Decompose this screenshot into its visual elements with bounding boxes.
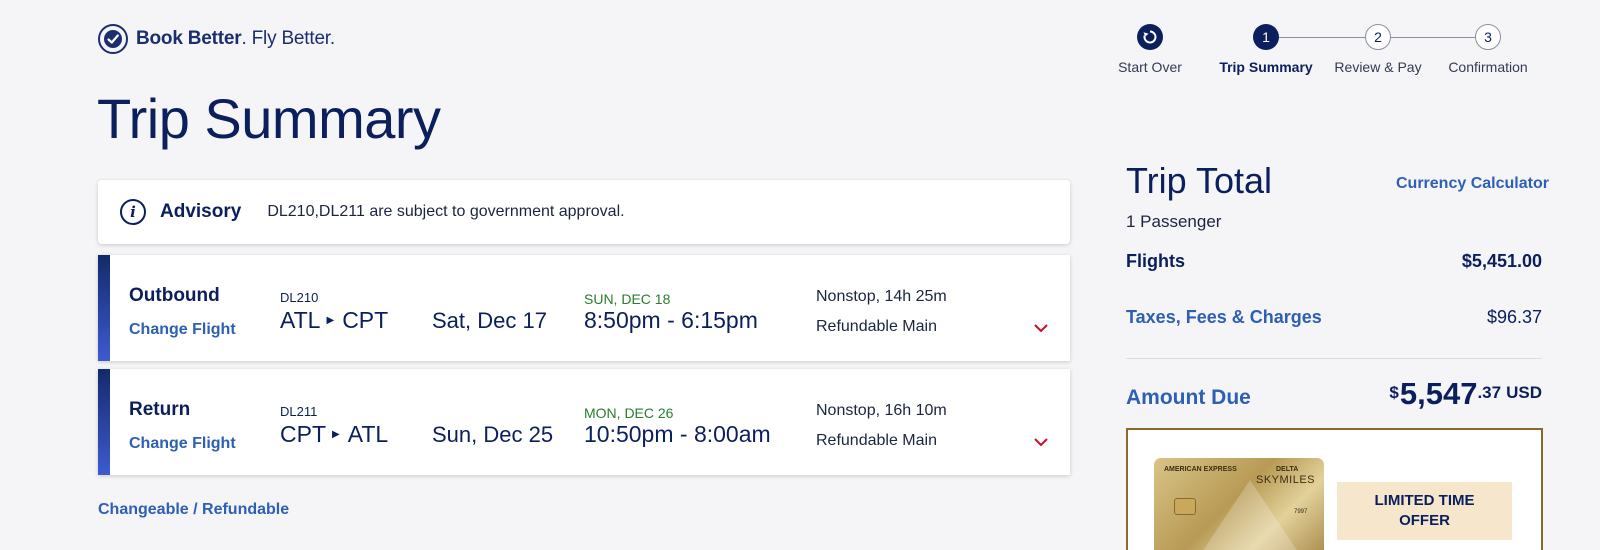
advisory-banner: i Advisory DL210,DL211 are subject to go…: [98, 180, 1070, 244]
step-label: Trip Summary: [1219, 59, 1313, 75]
advisory-text: DL210,DL211 are subject to government ap…: [267, 203, 625, 220]
flight-times: 10:50pm - 8:00am: [584, 421, 771, 447]
changeable-refundable-link[interactable]: Changeable / Refundable: [98, 501, 289, 519]
route-arrow-icon: ▶: [326, 315, 335, 326]
card-airline: DELTA: [1276, 466, 1299, 473]
departure-date: Sat, Dec 17: [432, 308, 547, 333]
card-digits: 7997: [1294, 509, 1308, 515]
step-review-pay: 2 Review & Pay: [1333, 24, 1423, 75]
step-number: 1: [1253, 24, 1279, 50]
step-confirmation: 3 Confirmation: [1444, 24, 1532, 75]
step-number: 3: [1475, 24, 1501, 50]
arrival-day: MON, DEC 26: [584, 405, 674, 421]
taxes-row: Taxes, Fees & Charges $96.37: [1126, 307, 1542, 328]
passenger-count: 1 Passenger: [1126, 212, 1222, 231]
currency-symbol: $: [1389, 383, 1399, 402]
advisory-title: Advisory: [160, 201, 242, 222]
origin-code: ATL: [280, 307, 321, 333]
flight-direction: Return: [129, 399, 191, 420]
currency-calculator-link[interactable]: Currency Calculator: [1396, 175, 1549, 193]
arrival-day: SUN, DEC 18: [584, 291, 671, 307]
start-over-label: Start Over: [1118, 59, 1182, 75]
card-chip-icon: [1174, 498, 1196, 515]
flights-cost-label: Flights: [1126, 251, 1185, 271]
page-title: Trip Summary: [97, 87, 441, 150]
step-label: Confirmation: [1448, 59, 1528, 75]
amount-due-link[interactable]: Amount Due: [1126, 386, 1251, 410]
credit-card-image: AMERICAN EXPRESS DELTA SKYMILES 7997: [1154, 458, 1324, 550]
destination-code: ATL: [347, 421, 389, 447]
logo-text: Book Better. Fly Better.: [136, 28, 335, 49]
flight-route: ATL ▶ CPT: [280, 307, 388, 334]
flight-times: 8:50pm - 6:15pm: [584, 307, 758, 333]
limited-time-offer-badge: LIMITED TIME OFFER: [1337, 482, 1512, 540]
card-widget-shape: [1190, 480, 1310, 550]
change-flight-link[interactable]: Change Flight: [129, 435, 236, 453]
amount-due-row: Amount Due $ 5,547 .37 USD: [1126, 376, 1542, 412]
amount-whole: 5,547: [1399, 376, 1478, 411]
flights-cost-row: Flights $5,451.00: [1126, 251, 1542, 272]
amount-cents: .37: [1477, 383, 1502, 402]
currency-code: USD: [1506, 383, 1542, 402]
checkout-stepper: Start Over 1 Trip Summary 2 Review & Pay…: [1118, 24, 1590, 84]
fare-class: Refundable Main: [816, 432, 937, 449]
departure-date: Sun, Dec 25: [432, 422, 554, 447]
chevron-down-icon[interactable]: [1033, 436, 1049, 448]
restart-icon: [1137, 24, 1163, 50]
destination-code: CPT: [342, 307, 389, 333]
flight-direction: Outbound: [129, 285, 220, 306]
chevron-down-icon[interactable]: [1033, 322, 1049, 334]
flight-number: DL210: [280, 290, 319, 305]
fare-class: Refundable Main: [816, 318, 937, 335]
step-number: 2: [1365, 24, 1391, 50]
info-icon: i: [120, 199, 146, 225]
flight-number: DL211: [280, 404, 318, 419]
taxes-fees-link[interactable]: Taxes, Fees & Charges: [1126, 307, 1322, 328]
divider: [1126, 358, 1542, 359]
amount-due-value: $ 5,547 .37 USD: [1389, 376, 1542, 412]
change-flight-link[interactable]: Change Flight: [129, 321, 236, 339]
origin-code: CPT: [280, 421, 326, 447]
route-arrow-icon: ▶: [332, 429, 340, 440]
step-label: Review & Pay: [1334, 59, 1422, 75]
credit-card-promo[interactable]: AMERICAN EXPRESS DELTA SKYMILES 7997 LIM…: [1126, 428, 1543, 550]
flight-route: CPT ▶ ATL: [280, 421, 388, 448]
flight-card-accent: [98, 255, 110, 361]
logo[interactable]: Book Better. Fly Better.: [98, 24, 335, 54]
step-trip-summary: 1 Trip Summary: [1219, 24, 1313, 75]
card-program: SKYMILES: [1256, 474, 1316, 486]
flight-card-return: Return Change Flight DL211 CPT ▶ ATL Sun…: [98, 369, 1070, 475]
flight-stops-duration: Nonstop, 14h 25m: [816, 288, 947, 305]
flight-card-outbound: Outbound Change Flight DL210 ATL ▶ CPT S…: [98, 255, 1070, 361]
flight-stops-duration: Nonstop, 16h 10m: [816, 402, 947, 419]
flight-card-accent: [98, 369, 110, 475]
card-issuer: AMERICAN EXPRESS: [1164, 466, 1237, 473]
logo-check-icon: [98, 24, 128, 54]
start-over-button[interactable]: Start Over: [1115, 24, 1185, 75]
taxes-value: $96.37: [1486, 307, 1542, 327]
flights-cost-value: $5,451.00: [1461, 251, 1542, 271]
trip-total-title: Trip Total: [1126, 160, 1273, 201]
